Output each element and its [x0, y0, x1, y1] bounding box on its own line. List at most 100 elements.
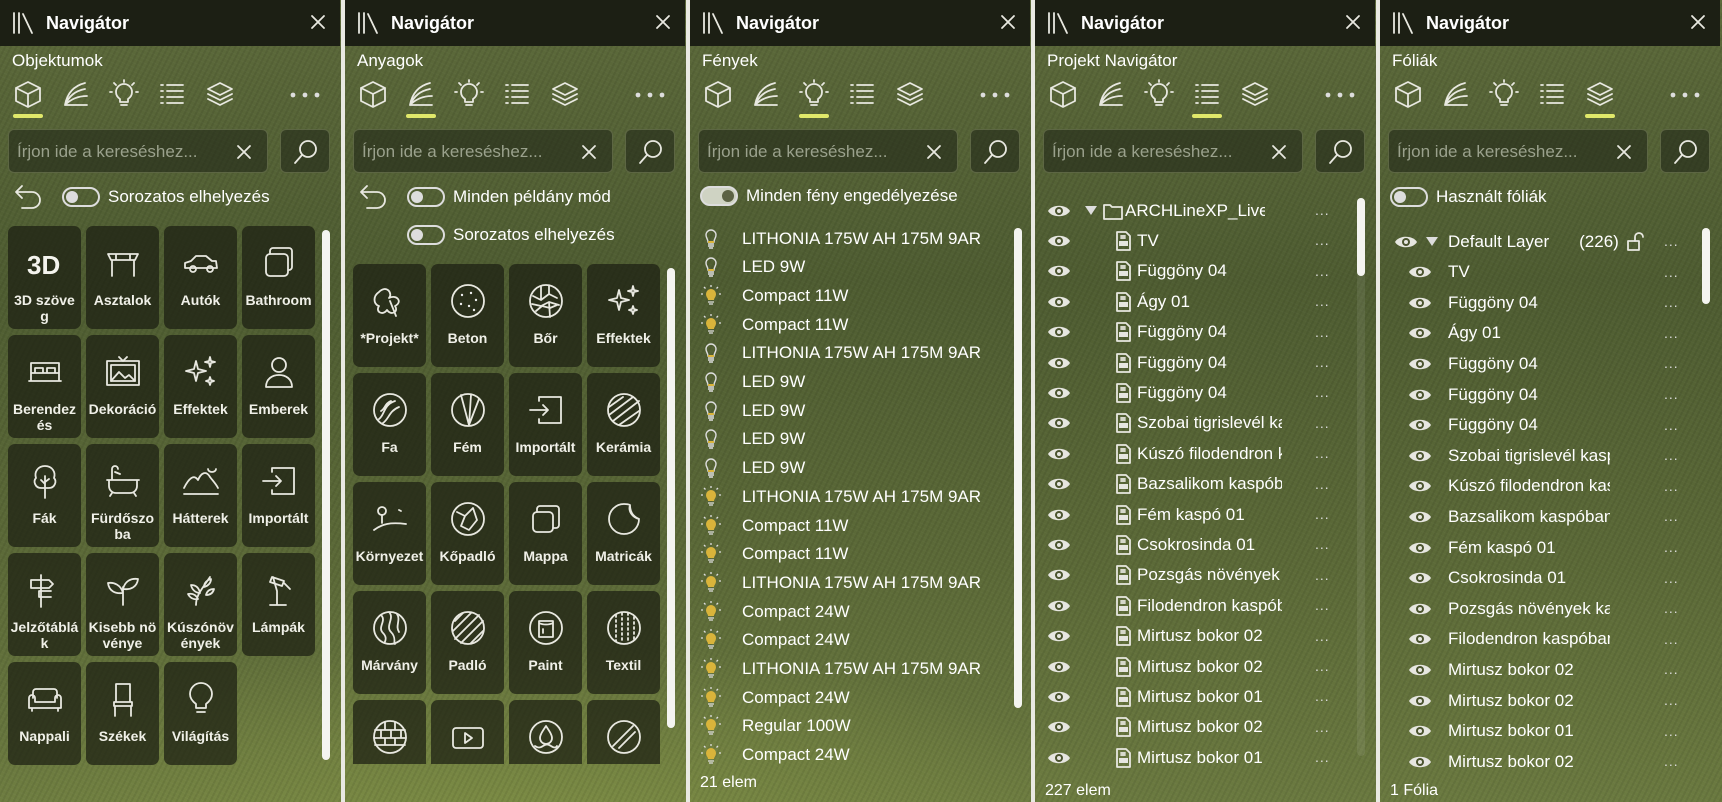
category-tile[interactable]: Székek: [86, 662, 159, 765]
list-item[interactable]: LITHONIA 175W AH 175M 9AR: [700, 568, 981, 597]
layer-item[interactable]: Filodendron kaspóban: [1408, 625, 1610, 654]
layer-row[interactable]: Default Layer (226): [1394, 227, 1645, 256]
category-tile[interactable]: Kisebb növénye: [86, 553, 159, 656]
category-tile[interactable]: Bathroom: [242, 226, 315, 329]
visibility-eye-icon[interactable]: [1047, 507, 1071, 523]
list-item[interactable]: Compact 11W: [700, 281, 848, 310]
row-menu-dots[interactable]: ...: [1315, 749, 1330, 765]
lights-tab[interactable]: [1141, 76, 1177, 118]
visibility-eye-icon[interactable]: [1047, 567, 1071, 583]
row-menu-dots[interactable]: ...: [1664, 753, 1679, 769]
row-menu-dots[interactable]: ...: [1664, 631, 1679, 647]
visibility-eye-icon[interactable]: [1408, 601, 1432, 617]
row-menu-dots[interactable]: ...: [1315, 506, 1330, 522]
category-tile[interactable]: Kőpadló: [431, 482, 504, 585]
category-tile[interactable]: Fém: [431, 373, 504, 476]
category-tile[interactable]: Dekoráció: [86, 335, 159, 438]
category-tile[interactable]: Fürdőszoba: [86, 444, 159, 547]
visibility-eye-icon[interactable]: [1408, 540, 1432, 556]
close-icon[interactable]: [653, 12, 673, 32]
close-icon[interactable]: [308, 12, 328, 32]
category-tile[interactable]: Mappa: [509, 482, 582, 585]
objects-tab[interactable]: [1390, 76, 1426, 118]
layers-tab[interactable]: [1237, 76, 1273, 118]
visibility-eye-icon[interactable]: [1047, 719, 1071, 735]
objects-tab[interactable]: [355, 76, 391, 118]
row-menu-dots[interactable]: ...: [1664, 355, 1679, 371]
category-tile[interactable]: Fa: [353, 373, 426, 476]
layer-item[interactable]: Függöny 04: [1408, 349, 1610, 378]
layer-item[interactable]: Mirtusz bokor 01: [1408, 717, 1610, 746]
materials-tab[interactable]: [58, 76, 94, 118]
row-menu-dots[interactable]: ...: [1315, 476, 1330, 492]
more-options-icon[interactable]: [978, 88, 1012, 100]
visibility-eye-icon[interactable]: [1408, 295, 1432, 311]
row-menu-dots[interactable]: ...: [1315, 293, 1330, 309]
row-menu-dots[interactable]: ...: [1315, 324, 1330, 340]
tree-item[interactable]: Kúszó filodendron kaspóban: [1047, 439, 1282, 468]
category-tile[interactable]: Környezet: [353, 482, 426, 585]
list-item[interactable]: Compact 11W: [700, 310, 848, 339]
materials-tab[interactable]: [1093, 76, 1129, 118]
visibility-eye-icon[interactable]: [1408, 448, 1432, 464]
visibility-eye-icon[interactable]: [1047, 537, 1071, 553]
visibility-eye-icon[interactable]: [1047, 263, 1071, 279]
search-input[interactable]: Írjon ide a kereséshez...: [1388, 129, 1648, 173]
layer-item[interactable]: Ágy 01: [1408, 319, 1610, 348]
visibility-eye-icon[interactable]: [1408, 509, 1432, 525]
project-tab[interactable]: [1534, 76, 1570, 118]
project-tab[interactable]: [499, 76, 535, 118]
row-menu-dots[interactable]: ...: [1664, 539, 1679, 555]
scrollbar-thumb[interactable]: [1702, 228, 1710, 304]
visibility-eye-icon[interactable]: [1047, 598, 1071, 614]
visibility-eye-icon[interactable]: [1047, 750, 1071, 766]
clear-search-icon[interactable]: [580, 143, 598, 161]
visibility-eye-icon[interactable]: [1408, 754, 1432, 770]
layers-tab[interactable]: [892, 76, 928, 118]
visibility-eye-icon[interactable]: [1047, 476, 1071, 492]
visibility-eye-icon[interactable]: [1047, 415, 1071, 431]
serial-placement-toggle[interactable]: [62, 187, 100, 207]
objects-tab[interactable]: [1045, 76, 1081, 118]
visibility-eye-icon[interactable]: [1408, 264, 1432, 280]
list-item[interactable]: LED 9W: [700, 454, 805, 483]
row-menu-dots[interactable]: ...: [1664, 478, 1679, 494]
scrollbar[interactable]: [1702, 228, 1710, 304]
undo-icon[interactable]: [12, 182, 44, 212]
undo-icon[interactable]: [357, 182, 389, 212]
row-menu-dots[interactable]: ...: [1664, 294, 1679, 310]
layer-item[interactable]: Mirtusz bokor 02: [1408, 686, 1610, 715]
category-tile[interactable]: Nappali: [8, 662, 81, 765]
layer-item[interactable]: Mirtusz bokor 02: [1408, 655, 1610, 684]
lights-tab[interactable]: [796, 76, 832, 118]
search-button[interactable]: [1660, 129, 1710, 173]
tree-item[interactable]: Fém kaspó 01: [1047, 500, 1282, 529]
list-item[interactable]: Compact 24W: [700, 741, 850, 764]
visibility-eye-icon[interactable]: [1047, 446, 1071, 462]
list-item[interactable]: Regular 100W: [700, 712, 851, 741]
tree-item[interactable]: Filodendron kaspóban: [1047, 591, 1282, 620]
list-item[interactable]: Compact 11W: [700, 511, 848, 540]
list-item[interactable]: Compact 24W: [700, 683, 850, 712]
visibility-eye-icon[interactable]: [1047, 324, 1071, 340]
project-tab[interactable]: [154, 76, 190, 118]
layer-item[interactable]: TV: [1408, 258, 1610, 287]
row-menu-dots[interactable]: ...: [1664, 600, 1679, 616]
row-menu-dots[interactable]: ...: [1315, 688, 1330, 704]
category-tile[interactable]: 3D 3D szöveg: [8, 226, 81, 329]
lights-tab[interactable]: [1486, 76, 1522, 118]
serial-placement-toggle[interactable]: [407, 225, 445, 245]
visibility-eye-icon[interactable]: [1047, 628, 1071, 644]
more-options-icon[interactable]: [1668, 88, 1702, 100]
visibility-eye-icon[interactable]: [1408, 723, 1432, 739]
scrollbar-thumb[interactable]: [1014, 228, 1022, 708]
category-tile[interactable]: Emberek: [242, 335, 315, 438]
category-tile[interactable]: Effektek: [164, 335, 237, 438]
more-options-icon[interactable]: [288, 88, 322, 100]
row-menu-dots[interactable]: ...: [1315, 232, 1330, 248]
tree-item[interactable]: Mirtusz bokor 01: [1047, 743, 1282, 772]
list-item[interactable]: LITHONIA 175W AH 175M 9AR: [700, 482, 981, 511]
materials-tab[interactable]: [403, 76, 439, 118]
category-tile[interactable]: Beton: [431, 264, 504, 367]
layer-item[interactable]: Mirtusz bokor 02: [1408, 747, 1610, 776]
